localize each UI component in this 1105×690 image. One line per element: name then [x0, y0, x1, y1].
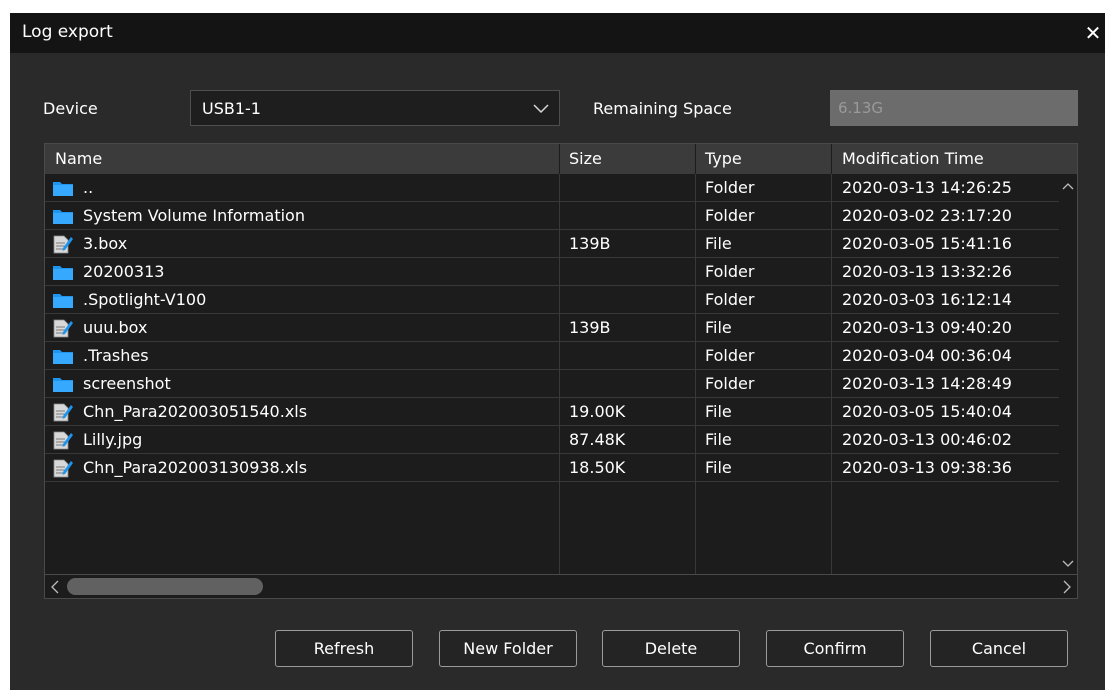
file-modification-time: 2020-03-13 14:26:25 — [842, 178, 1012, 197]
log-export-dialog: Log export ✕ Device USB1-1 Remaining Spa… — [10, 13, 1105, 690]
table-row[interactable]: 3.box 139B File 2020-03-05 15:41:16 — [45, 230, 1059, 258]
title-bar: Log export ✕ — [10, 13, 1105, 53]
device-select[interactable]: USB1-1 — [190, 90, 560, 126]
file-type: File — [705, 430, 732, 449]
table-row[interactable]: System Volume Information Folder 2020-03-0… — [45, 202, 1059, 230]
table-row[interactable]: screenshot Folder 2020-03-13 14:28:49 — [45, 370, 1059, 398]
confirm-button[interactable]: Confirm — [766, 630, 904, 667]
scroll-left-icon[interactable] — [50, 580, 60, 594]
file-type: Folder — [705, 262, 755, 281]
file-modification-time: 2020-03-13 14:28:49 — [842, 374, 1012, 393]
file-name: Lilly.jpg — [83, 430, 143, 449]
remaining-space-label: Remaining Space — [593, 99, 732, 118]
folder-icon — [52, 374, 74, 394]
file-name: System Volume Information — [83, 206, 305, 225]
file-name: .Trashes — [83, 346, 149, 365]
file-name: uuu.box — [83, 318, 148, 337]
table-row[interactable]: uuu.box 139B File 2020-03-13 09:40:20 — [45, 314, 1059, 342]
folder-icon — [52, 290, 74, 310]
file-name: Chn_Para202003130938.xls — [83, 458, 308, 477]
file-type: Folder — [705, 206, 755, 225]
file-table: Name Size Type Modification Time .. Folde… — [44, 143, 1078, 599]
file-size: 18.50K — [569, 458, 626, 477]
file-modification-time: 2020-03-05 15:40:04 — [842, 402, 1012, 421]
horizontal-scrollbar[interactable] — [45, 574, 1077, 598]
cancel-button[interactable]: Cancel — [930, 630, 1068, 667]
file-type: Folder — [705, 374, 755, 393]
table-row[interactable]: .Spotlight-V100 Folder 2020-03-03 16:12:14 — [45, 286, 1059, 314]
file-modification-time: 2020-03-13 09:38:36 — [842, 458, 1012, 477]
dialog-title: Log export — [22, 22, 113, 42]
file-size: 19.00K — [569, 402, 626, 421]
table-row[interactable]: Chn_Para202003051540.xls 19.00K File 2020-0… — [45, 398, 1059, 426]
table-row[interactable]: Lilly.jpg 87.48K File 2020-03-13 00:46:02 — [45, 426, 1059, 454]
table-row[interactable]: .. Folder 2020-03-13 14:26:25 — [45, 174, 1059, 202]
folder-icon — [52, 262, 74, 282]
refresh-button[interactable]: Refresh — [275, 630, 413, 667]
delete-button[interactable]: Delete — [602, 630, 740, 667]
remaining-space-value: 6.13G — [838, 99, 884, 117]
file-type: Folder — [705, 290, 755, 309]
file-modification-time: 2020-03-03 16:12:14 — [842, 290, 1012, 309]
remaining-space-field: 6.13G — [830, 90, 1078, 126]
scroll-right-icon[interactable] — [1062, 580, 1072, 594]
file-icon — [52, 458, 74, 478]
file-type: Folder — [705, 178, 755, 197]
file-icon — [52, 234, 74, 254]
file-icon — [52, 318, 74, 338]
column-header-name[interactable]: Name — [55, 149, 102, 168]
file-type: File — [705, 402, 732, 421]
file-type: File — [705, 318, 732, 337]
file-size: 139B — [569, 318, 611, 337]
file-modification-time: 2020-03-04 00:36:04 — [842, 346, 1012, 365]
file-modification-time: 2020-03-13 13:32:26 — [842, 262, 1012, 281]
file-icon — [52, 402, 74, 422]
file-name: Chn_Para202003051540.xls — [83, 402, 308, 421]
folder-icon — [52, 178, 74, 198]
scroll-up-icon[interactable] — [1062, 181, 1074, 191]
chevron-down-icon — [533, 104, 549, 114]
column-header-modification-time[interactable]: Modification Time — [842, 149, 984, 168]
scroll-down-icon[interactable] — [1062, 559, 1074, 569]
file-modification-time: 2020-03-13 09:40:20 — [842, 318, 1012, 337]
file-name: screenshot — [83, 374, 171, 393]
file-modification-time: 2020-03-05 15:41:16 — [842, 234, 1012, 253]
new-folder-button[interactable]: New Folder — [439, 630, 577, 667]
file-size: 87.48K — [569, 430, 626, 449]
table-header: Name Size Type Modification Time — [45, 144, 1077, 174]
table-row[interactable]: Chn_Para202003130938.xls 18.50K File 2020-0… — [45, 454, 1059, 482]
file-name: .. — [83, 178, 94, 197]
file-name: .Spotlight-V100 — [83, 290, 207, 309]
file-name: 3.box — [83, 234, 128, 253]
horizontal-scroll-thumb[interactable] — [67, 578, 263, 595]
table-row[interactable]: .Trashes Folder 2020-03-04 00:36:04 — [45, 342, 1059, 370]
folder-icon — [52, 346, 74, 366]
folder-icon — [52, 206, 74, 226]
file-icon — [52, 430, 74, 450]
file-type: Folder — [705, 346, 755, 365]
device-label: Device — [43, 99, 98, 118]
file-modification-time: 2020-03-02 23:17:20 — [842, 206, 1012, 225]
file-name: 20200313 — [83, 262, 165, 281]
file-size: 139B — [569, 234, 611, 253]
close-icon[interactable]: ✕ — [1081, 19, 1105, 47]
file-type: File — [705, 234, 732, 253]
column-header-type[interactable]: Type — [705, 149, 742, 168]
file-type: File — [705, 458, 732, 477]
vertical-scrollbar[interactable] — [1059, 174, 1077, 575]
device-value: USB1-1 — [202, 99, 261, 118]
file-modification-time: 2020-03-13 00:46:02 — [842, 430, 1012, 449]
column-header-size[interactable]: Size — [569, 149, 602, 168]
table-row[interactable]: 20200313 Folder 2020-03-13 13:32:26 — [45, 258, 1059, 286]
